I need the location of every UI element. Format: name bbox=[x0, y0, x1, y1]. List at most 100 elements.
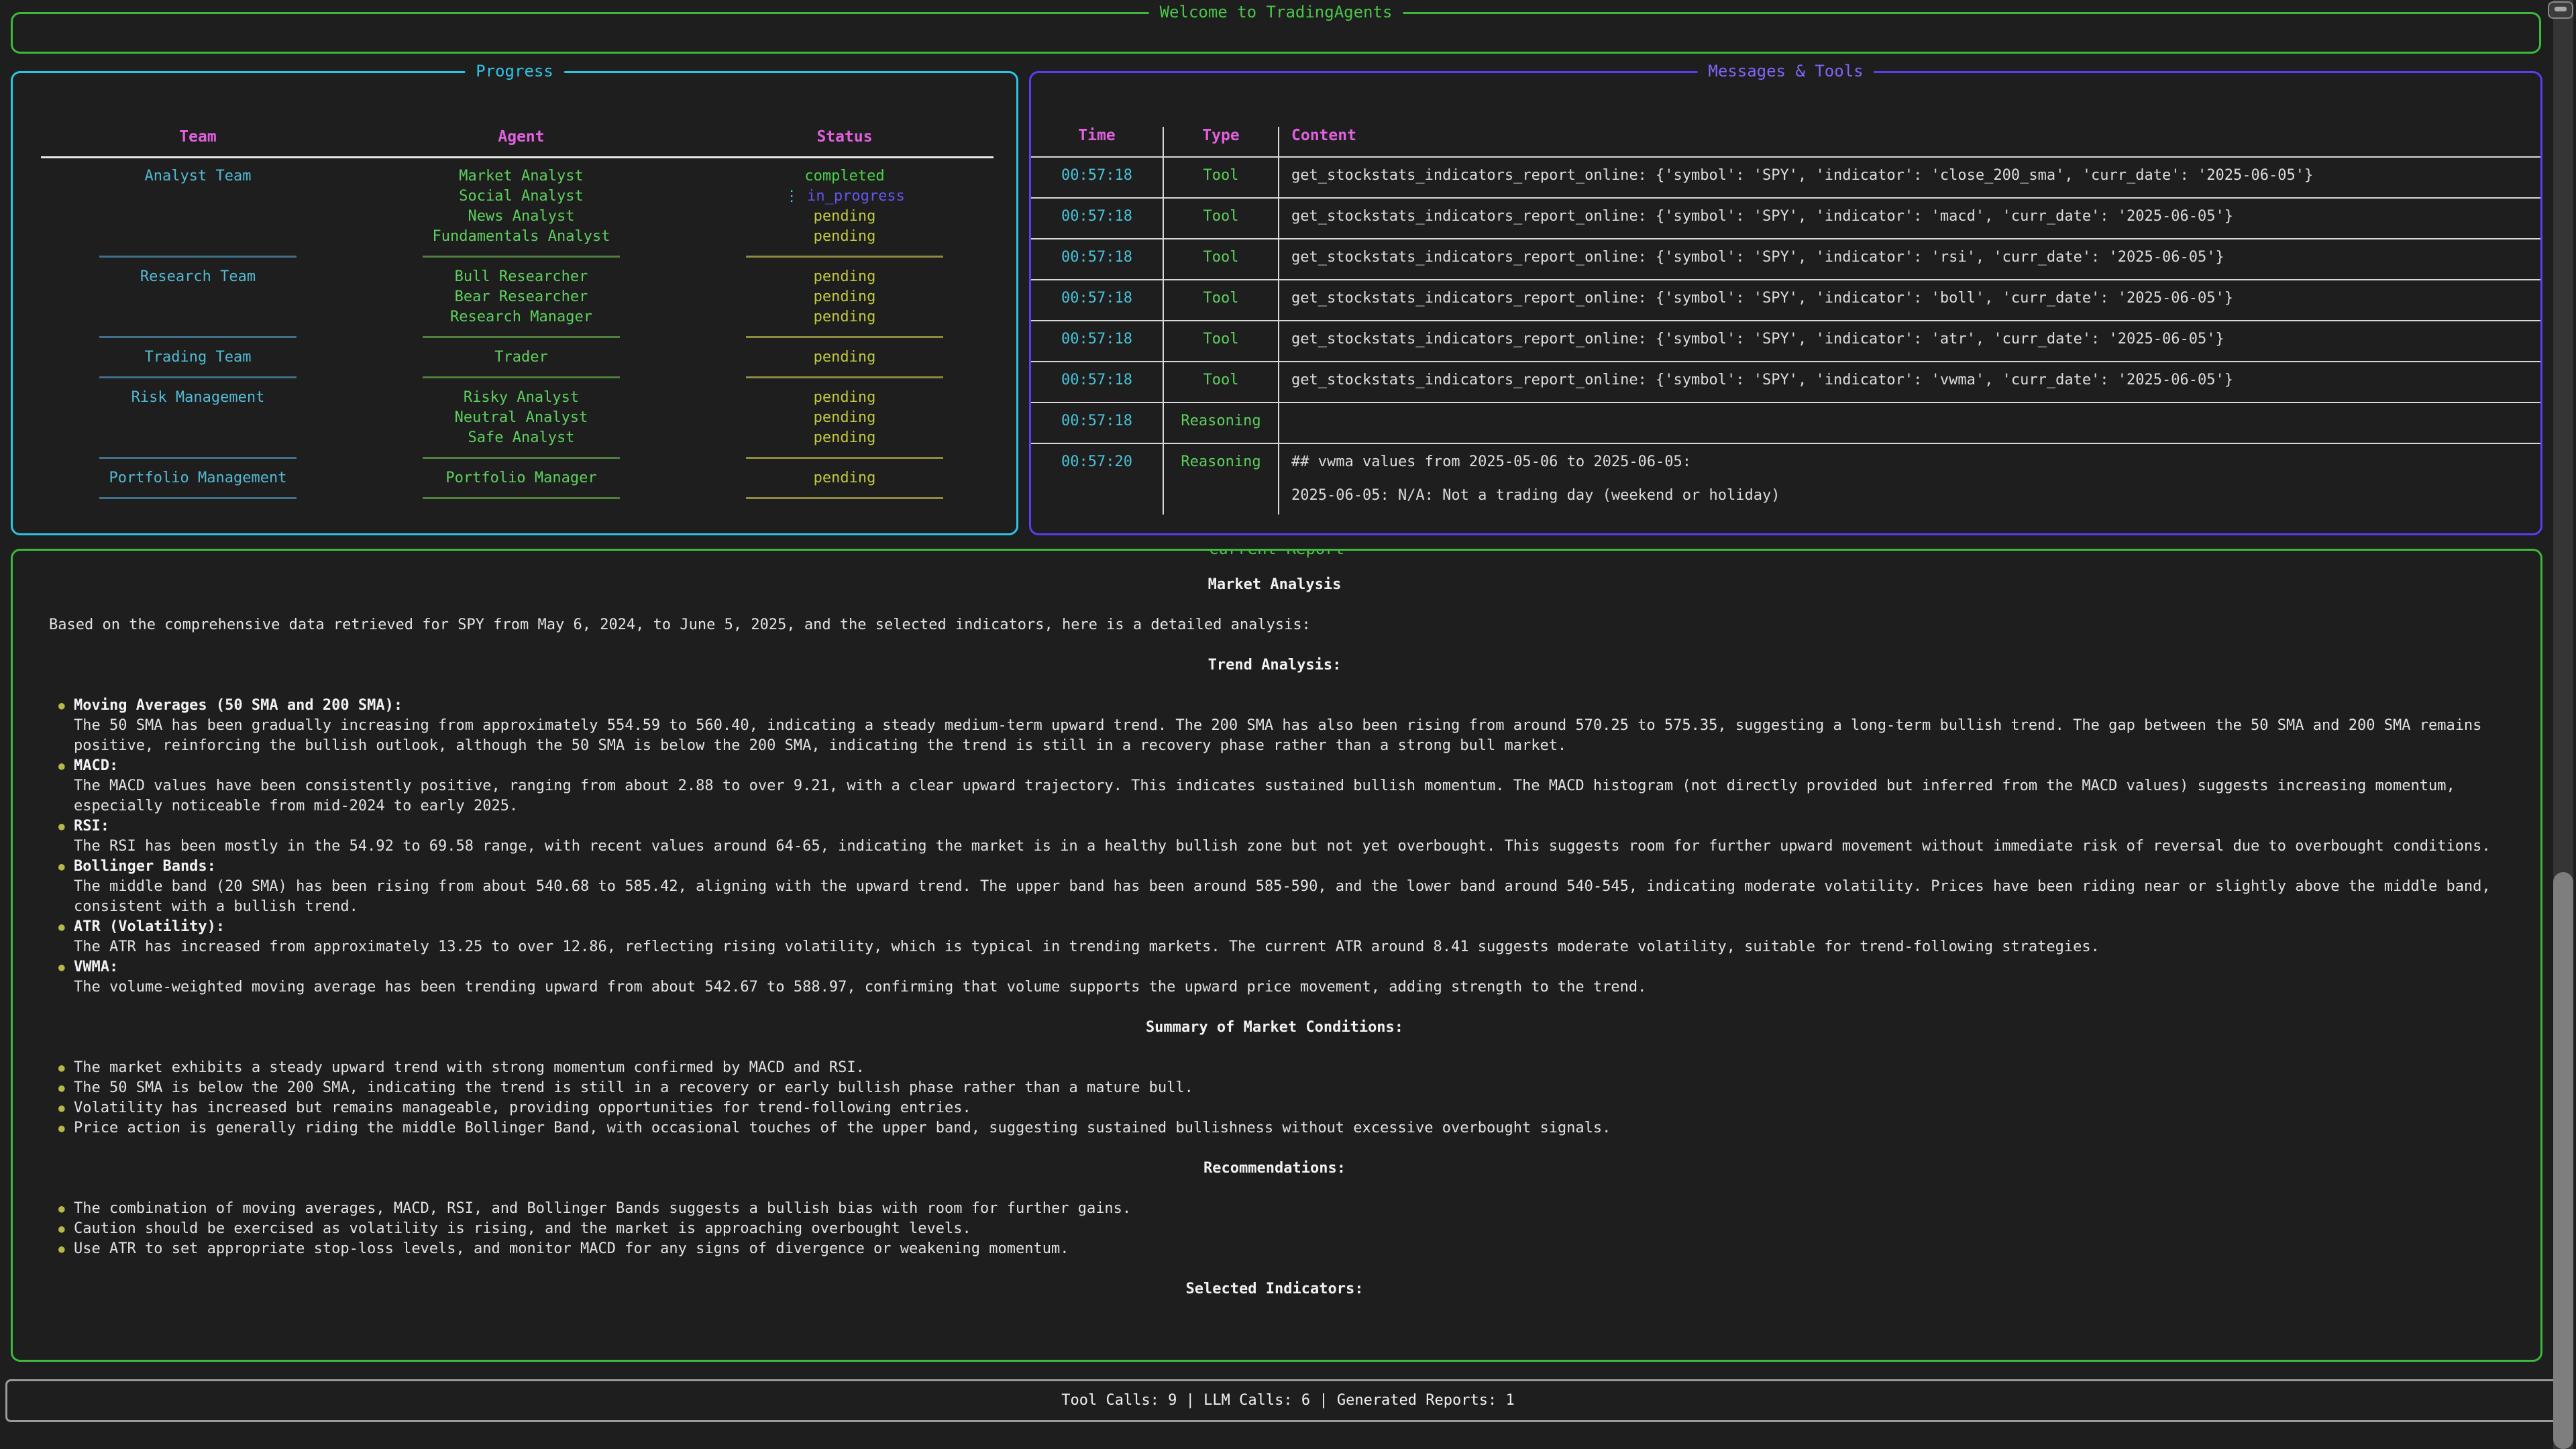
group-separator bbox=[423, 448, 620, 468]
report-body: Market Analysis Based on the comprehensi… bbox=[13, 551, 2540, 1299]
team-cell bbox=[99, 307, 297, 327]
group-separator bbox=[746, 448, 943, 468]
bullet-item: ●MACD:The MACD values have been consiste… bbox=[49, 756, 2500, 816]
status-cell: ⋮ in_progress bbox=[746, 186, 943, 207]
team-cell: Portfolio Management bbox=[99, 468, 297, 488]
message-type: Tool bbox=[1163, 158, 1278, 197]
team-cell bbox=[99, 207, 297, 227]
message-row: 00:57:18Toolget_stockstats_indicators_re… bbox=[1031, 158, 2540, 199]
current-report-panel: Current Report Market Analysis Based on … bbox=[11, 549, 2542, 1362]
status-cell: pending bbox=[746, 267, 943, 287]
bullet-body: The MACD values have been consistently p… bbox=[74, 776, 2500, 816]
status-text: pending bbox=[814, 429, 876, 446]
bullet-icon: ● bbox=[58, 857, 65, 877]
bullet-body: Volatility has increased but remains man… bbox=[74, 1098, 2500, 1118]
message-time: 00:57:18 bbox=[1031, 280, 1163, 320]
bullet-item: ● RSI:The RSI has been mostly in the 54.9… bbox=[49, 816, 2500, 857]
team-cell bbox=[99, 186, 297, 207]
bullet-body: The RSI has been mostly in the 54.92 to … bbox=[74, 837, 2500, 857]
bullet-item: ● ATR (Volatility):The ATR has increased … bbox=[49, 917, 2500, 957]
agent-cell: Neutral Analyst bbox=[423, 408, 620, 428]
report-sections: Trend Analysis:●Moving Averages (50 SMA … bbox=[49, 655, 2500, 1299]
messages-table-body: 00:57:18Toolget_stockstats_indicators_re… bbox=[1031, 158, 2540, 515]
status-cell: completed bbox=[746, 166, 943, 186]
bullet-item: ●The combination of moving averages, MAC… bbox=[49, 1199, 2500, 1219]
status-cell: pending bbox=[746, 408, 943, 428]
report-section-heading: Summary of Market Conditions: bbox=[49, 1018, 2500, 1038]
bullet-text: Price action is generally riding the mid… bbox=[74, 1118, 2500, 1138]
agent-cell: Bear Researcher bbox=[423, 287, 620, 307]
bullet-text: Moving Averages (50 SMA and 200 SMA):The… bbox=[74, 696, 2500, 756]
bullet-icon: ● bbox=[58, 1199, 65, 1219]
bullet-body: The middle band (20 SMA) has been rising… bbox=[74, 877, 2500, 917]
message-content: ## vwma values from 2025-05-06 to 2025-0… bbox=[1278, 444, 2540, 515]
bullet-body: The volume-weighted moving average has b… bbox=[74, 977, 2500, 998]
scrollbar-top-button[interactable] bbox=[2548, 1, 2573, 19]
message-row: 00:57:18Toolget_stockstats_indicators_re… bbox=[1031, 280, 2540, 321]
status-text: pending bbox=[814, 409, 876, 426]
stats-bar: Tool Calls: 9 | LLM Calls: 6 | Generated… bbox=[5, 1379, 2571, 1422]
team-cell: Research Team bbox=[99, 267, 297, 287]
bullet-text: ATR (Volatility):The ATR has increased f… bbox=[74, 917, 2500, 957]
bullet-item: ●Moving Averages (50 SMA and 200 SMA):Th… bbox=[49, 696, 2500, 756]
team-cell bbox=[99, 287, 297, 307]
status-text: pending bbox=[814, 309, 876, 325]
report-section-heading: Selected Indicators: bbox=[49, 1279, 2500, 1299]
group-separator bbox=[99, 368, 297, 388]
spinner-icon: ⋮ bbox=[784, 188, 799, 205]
message-content: get_stockstats_indicators_report_online:… bbox=[1278, 199, 2540, 238]
message-content: get_stockstats_indicators_report_online:… bbox=[1278, 362, 2540, 402]
progress-panel-title: Progress bbox=[465, 62, 564, 80]
status-cell: pending bbox=[746, 207, 943, 227]
message-content bbox=[1278, 403, 2540, 443]
message-content: get_stockstats_indicators_report_online:… bbox=[1278, 239, 2540, 279]
message-content: get_stockstats_indicators_report_online:… bbox=[1278, 280, 2540, 320]
message-time: 00:57:18 bbox=[1031, 321, 1163, 361]
report-intro: Based on the comprehensive data retrieve… bbox=[49, 615, 2500, 635]
progress-panel: Progress Team Agent Status Analyst TeamM… bbox=[11, 71, 1018, 535]
progress-table-header: Team Agent Status bbox=[13, 127, 1016, 147]
agent-cell: Trader bbox=[423, 347, 620, 368]
bullet-list: ●The combination of moving averages, MAC… bbox=[49, 1199, 2500, 1259]
message-content: get_stockstats_indicators_report_online:… bbox=[1278, 158, 2540, 197]
agent-cell: Bull Researcher bbox=[423, 267, 620, 287]
bullet-icon: ● bbox=[58, 1058, 65, 1078]
bullet-title: VWMA: bbox=[74, 957, 2500, 977]
group-separator bbox=[746, 368, 943, 388]
bullet-icon: ● bbox=[58, 917, 65, 937]
group-separator bbox=[746, 247, 943, 267]
message-type: Tool bbox=[1163, 239, 1278, 279]
bullet-text: The market exhibits a steady upward tren… bbox=[74, 1058, 2500, 1078]
progress-table: Team Agent Status Analyst TeamMarket Ana… bbox=[13, 73, 1016, 508]
bullet-icon: ● bbox=[58, 816, 65, 837]
bullet-item: ●Caution should be exercised as volatili… bbox=[49, 1219, 2500, 1239]
status-cell: pending bbox=[746, 307, 943, 327]
message-type: Tool bbox=[1163, 362, 1278, 402]
message-content: get_stockstats_indicators_report_online:… bbox=[1278, 321, 2540, 361]
messages-table-header: Time Type Content bbox=[1031, 127, 2540, 158]
agent-cell: Safe Analyst bbox=[423, 428, 620, 448]
progress-col-status: Status bbox=[746, 127, 943, 147]
progress-col-team: Team bbox=[99, 127, 297, 147]
bullet-text: RSI:The RSI has been mostly in the 54.92… bbox=[74, 816, 2500, 857]
group-separator bbox=[99, 327, 297, 347]
message-type: Tool bbox=[1163, 280, 1278, 320]
message-time: 00:57:18 bbox=[1031, 199, 1163, 238]
status-text: in_progress bbox=[807, 188, 905, 205]
bullet-title: Bollinger Bands: bbox=[74, 857, 2500, 877]
bullet-body: The 50 SMA is below the 200 SMA, indicat… bbox=[74, 1078, 2500, 1098]
agent-cell: Risky Analyst bbox=[423, 388, 620, 408]
scrollbar-thumb[interactable] bbox=[2553, 872, 2573, 1449]
bullet-title: ATR (Volatility): bbox=[74, 917, 2500, 937]
message-row: 00:57:18Toolget_stockstats_indicators_re… bbox=[1031, 362, 2540, 403]
status-text: pending bbox=[814, 349, 876, 366]
group-separator bbox=[423, 368, 620, 388]
messages-panel: Messages & Tools Time Type Content 00:57… bbox=[1029, 71, 2542, 535]
bullet-body: The market exhibits a steady upward tren… bbox=[74, 1058, 2500, 1078]
team-cell bbox=[99, 428, 297, 448]
agent-cell: News Analyst bbox=[423, 207, 620, 227]
bullet-item: ●Use ATR to set appropriate stop-loss le… bbox=[49, 1239, 2500, 1259]
status-text: pending bbox=[814, 228, 876, 245]
status-text: pending bbox=[814, 470, 876, 486]
report-panel-title: Current Report bbox=[1198, 549, 1355, 558]
